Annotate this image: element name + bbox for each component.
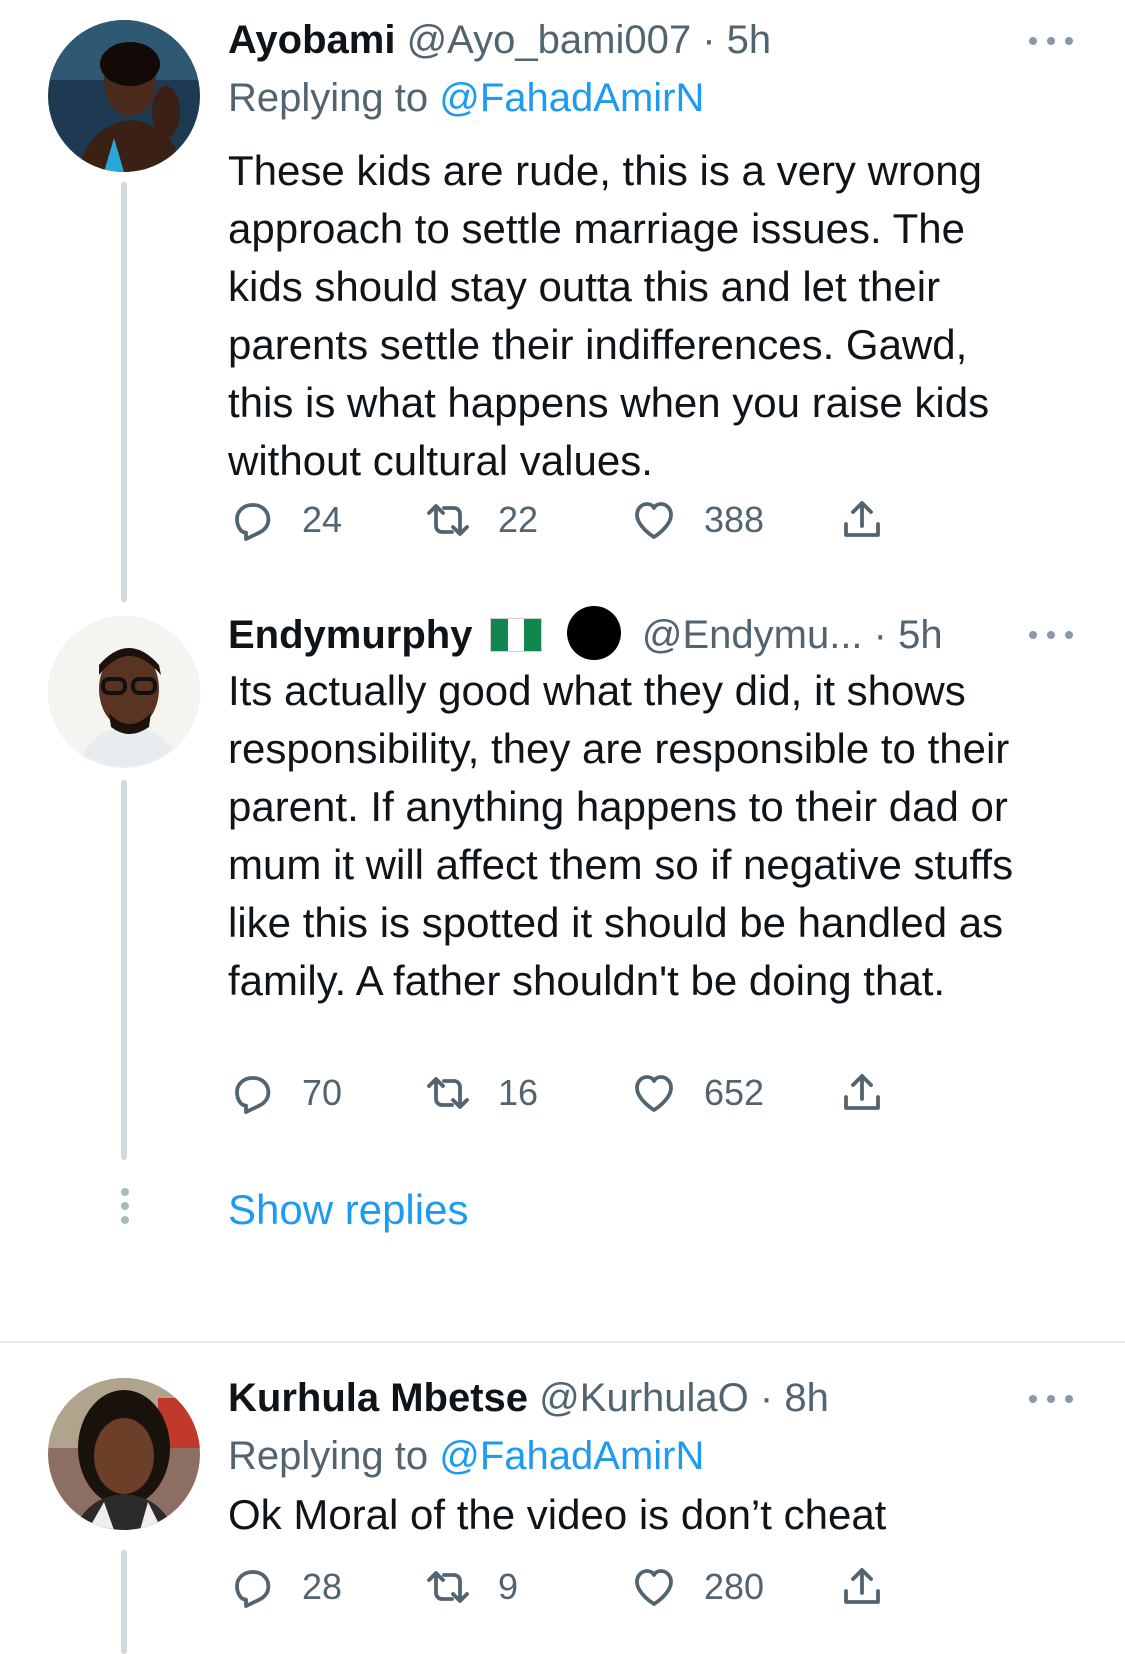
reply-button[interactable]: 28 (228, 1562, 342, 1612)
timestamp[interactable]: 5h (727, 18, 772, 62)
more-options-icon[interactable] (1029, 33, 1073, 47)
separator-dot: · (702, 18, 716, 62)
tweet-header: Ayobami @Ayo_bami007 · 5h (228, 12, 1065, 68)
thread-line (121, 1550, 127, 1654)
heart-icon (635, 1569, 673, 1606)
heart-icon (635, 502, 673, 539)
reply-button[interactable]: 24 (228, 495, 342, 545)
thread-continuation-dots (120, 1188, 130, 1228)
share-icon (844, 501, 880, 537)
retweet-count: 9 (498, 1566, 519, 1607)
reply-count: 24 (302, 499, 343, 540)
share-icon (844, 1568, 880, 1604)
display-name[interactable]: Endymurphy (228, 613, 472, 657)
avatar-kurhula-image (48, 1378, 200, 1530)
share-icon (844, 1074, 880, 1110)
retweet-count: 22 (498, 499, 539, 540)
tweet-text: Its actually good what they did, it show… (228, 667, 1014, 1004)
replying-prefix: Replying to (228, 1434, 429, 1478)
show-replies-link[interactable]: Show replies (228, 1182, 468, 1238)
tweet-endymurphy[interactable]: Endymurphy @Endymu... · 5h Its actually … (0, 606, 1125, 1270)
tweet-text: Ok Moral of the video is don’t cheat (228, 1491, 887, 1538)
like-button[interactable]: 388 (630, 495, 764, 545)
like-button[interactable]: 280 (630, 1562, 764, 1612)
avatar-ayobami-image (48, 20, 200, 172)
replying-mention[interactable]: @FahadAmirN (439, 76, 704, 120)
more-options-icon[interactable] (1029, 1391, 1073, 1405)
tweet-text: These kids are rude, this is a very wron… (228, 147, 990, 484)
user-handle[interactable]: @Ayo_bami007 (407, 18, 692, 62)
avatar-endymurphy[interactable] (48, 616, 200, 768)
replying-prefix: Replying to (228, 76, 429, 120)
timestamp[interactable]: 8h (784, 1376, 829, 1420)
retweet-icon (427, 1077, 469, 1109)
tweet-actions: 24 22 388 (228, 495, 948, 545)
tweet-kurhula[interactable]: Kurhula Mbetse @KurhulaO · 8h Replying t… (0, 1360, 1125, 1654)
tweet-ayobami[interactable]: Ayobami @Ayo_bami007 · 5h Replying to @F… (0, 0, 1125, 610)
like-count: 652 (704, 1072, 765, 1113)
like-button[interactable]: 652 (630, 1068, 764, 1118)
retweet-icon (427, 504, 469, 536)
reply-icon (235, 1076, 271, 1114)
heart-icon (635, 1075, 673, 1112)
tweet-actions: 70 16 652 (228, 1068, 948, 1118)
like-count: 280 (704, 1566, 765, 1607)
reply-button[interactable]: 70 (228, 1068, 342, 1118)
nigeria-flag-icon (489, 618, 542, 652)
user-handle[interactable]: @Endymu... (642, 613, 863, 657)
share-button[interactable] (838, 1562, 886, 1612)
share-button[interactable] (838, 495, 886, 545)
display-name[interactable]: Ayobami (228, 18, 395, 62)
separator-dot: · (759, 1376, 774, 1420)
replying-mention[interactable]: @FahadAmirN (439, 1434, 704, 1478)
replying-to: Replying to @FahadAmirN (228, 70, 704, 126)
more-options-icon[interactable] (1029, 627, 1073, 641)
avatar-endymurphy-image (49, 617, 199, 767)
retweet-icon (427, 1571, 469, 1603)
share-button[interactable] (838, 1068, 886, 1118)
retweet-button[interactable]: 9 (424, 1562, 518, 1612)
avatar-ayobami[interactable] (48, 20, 200, 172)
retweet-button[interactable]: 22 (424, 495, 538, 545)
tweet-actions: 28 9 280 (228, 1562, 948, 1612)
replying-to: Replying to @FahadAmirN (228, 1428, 704, 1484)
thread-line (121, 780, 127, 1160)
retweet-button[interactable]: 16 (424, 1068, 538, 1118)
thread-separator (0, 1341, 1125, 1343)
reply-icon (235, 503, 271, 541)
timestamp[interactable]: 5h (898, 613, 943, 657)
display-name[interactable]: Kurhula Mbetse (228, 1376, 528, 1420)
reply-count: 28 (302, 1566, 343, 1607)
retweet-count: 16 (498, 1072, 539, 1113)
tweet-header: Kurhula Mbetse @KurhulaO · 8h (228, 1370, 1065, 1426)
reply-count: 70 (302, 1072, 343, 1113)
user-handle[interactable]: @KurhulaO (539, 1376, 749, 1420)
separator-dot: · (873, 613, 887, 657)
reply-icon (235, 1570, 271, 1608)
like-count: 388 (704, 499, 765, 540)
tweet-header: Endymurphy @Endymu... · 5h (228, 606, 1065, 662)
thread-line (121, 182, 127, 602)
black-circle-icon (566, 606, 621, 660)
avatar-kurhula[interactable] (48, 1378, 200, 1530)
